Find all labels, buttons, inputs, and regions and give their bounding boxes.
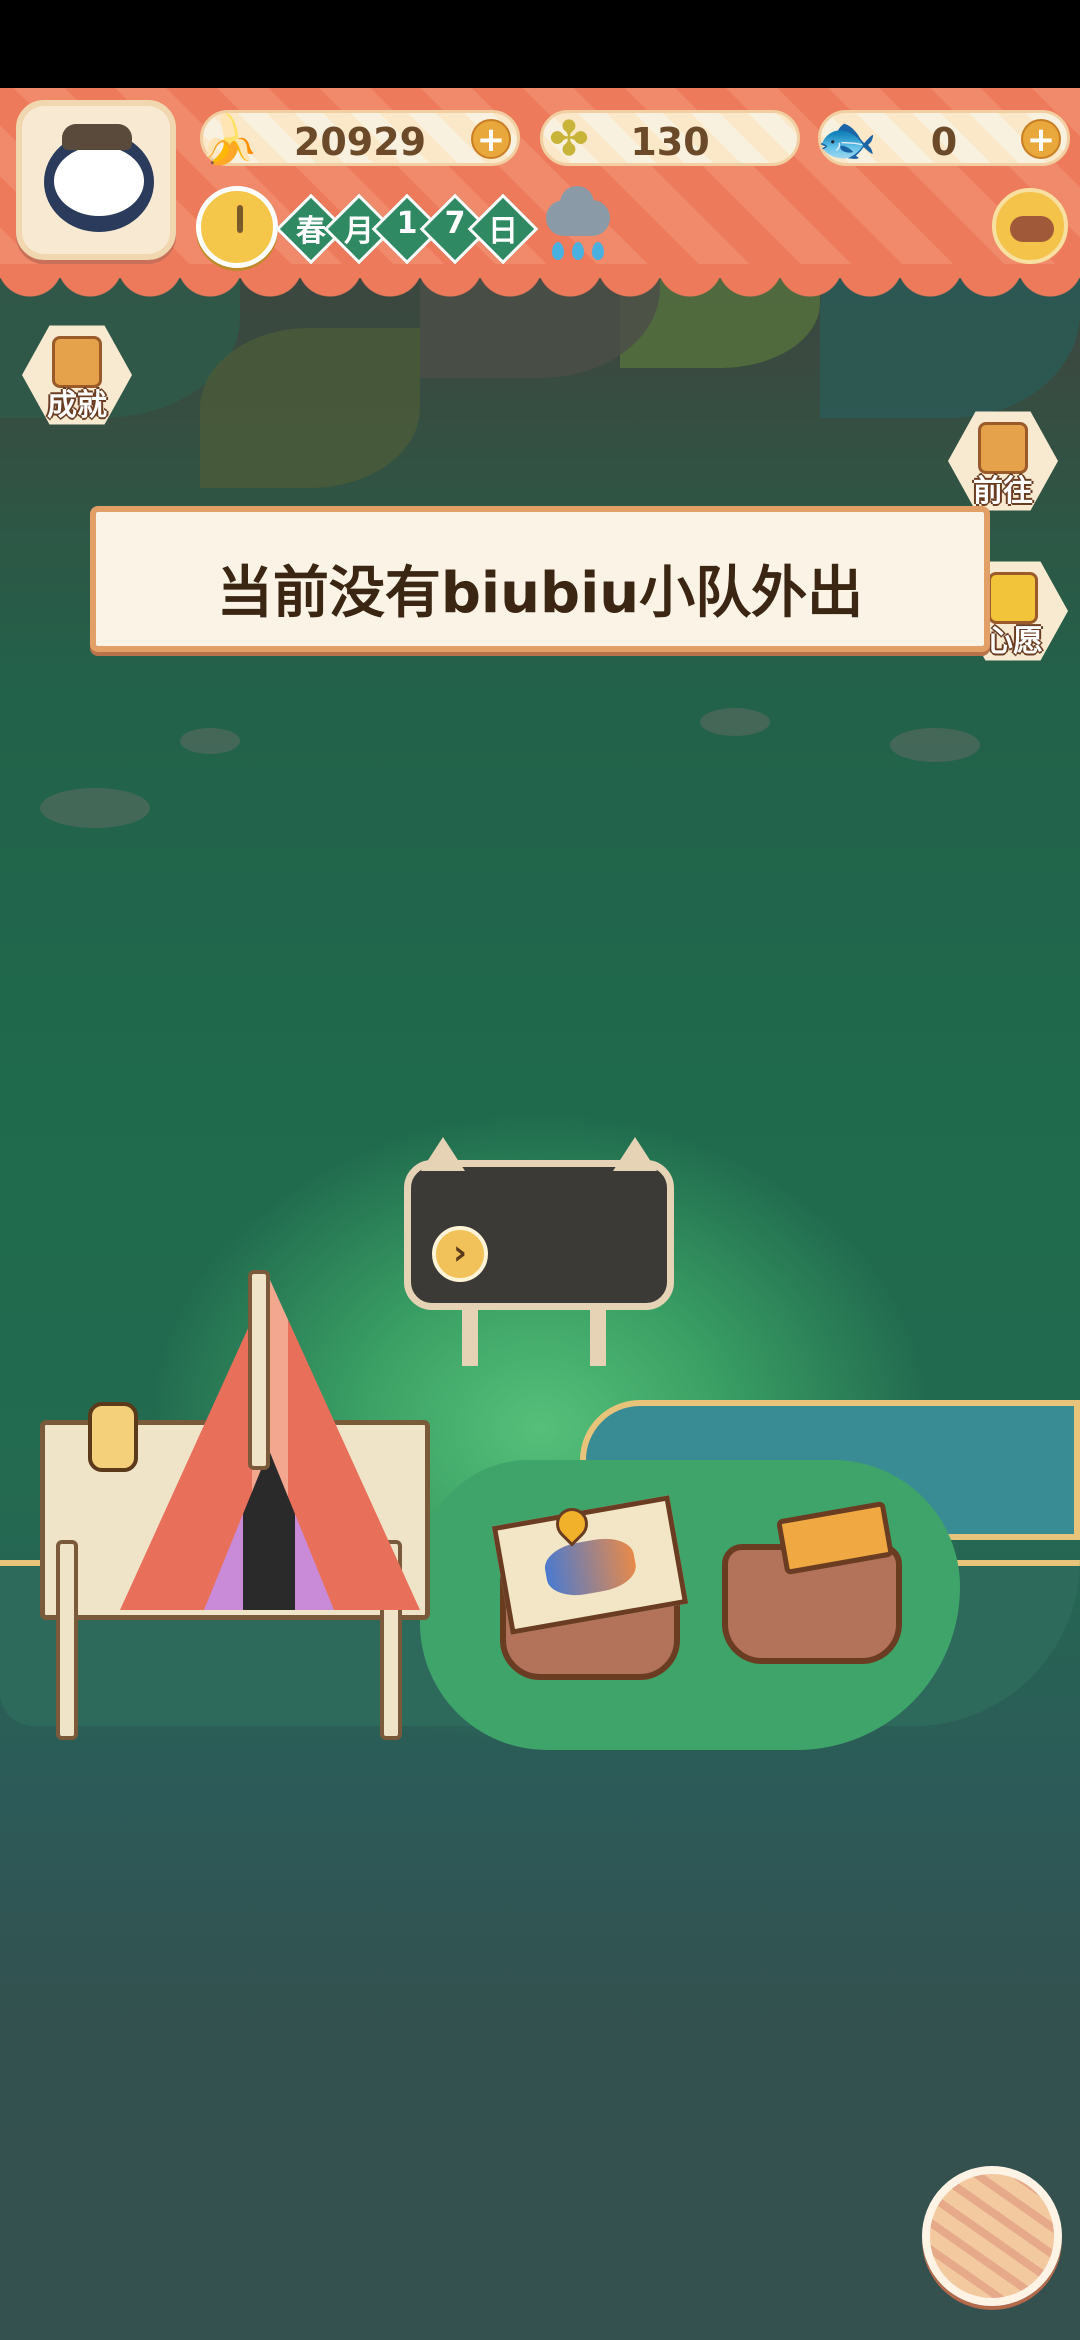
fish-counter: 🐟 0 + — [817, 110, 1070, 168]
status-bar — [0, 0, 1080, 88]
signboard-leg — [590, 1308, 606, 1366]
toast-message-box: 当前没有biubiu小队外出 — [90, 506, 990, 652]
stone — [890, 728, 980, 762]
add-banana-button[interactable]: + — [471, 119, 511, 159]
stone — [700, 708, 770, 736]
cloud-shape — [546, 186, 610, 236]
rain-drop — [552, 242, 564, 260]
banana-counter: 🍌 20929 + — [199, 110, 520, 168]
stone — [180, 728, 240, 754]
achievements-button[interactable]: 成就 — [22, 320, 132, 430]
player-avatar[interactable] — [16, 100, 176, 260]
toast-message: 当前没有biubiu小队外出 — [216, 561, 864, 626]
rain-cloud-icon — [540, 186, 616, 266]
rain-drop — [592, 242, 604, 260]
yarn-ball-icon[interactable] — [922, 2166, 1062, 2306]
clover-amount: 130 — [630, 120, 710, 164]
add-fish-button[interactable]: + — [1021, 119, 1061, 159]
date-day-word: 日 — [488, 214, 518, 249]
clover-counter: ✤ 130 — [540, 110, 800, 167]
banana-amount: 20929 — [293, 120, 427, 164]
go-label: 前往 — [973, 474, 1033, 509]
signboard-leg — [462, 1308, 478, 1366]
avatar-hat — [62, 124, 132, 150]
rain-drop — [572, 242, 584, 260]
lantern-icon — [88, 1402, 138, 1472]
tent-center-pole — [248, 1270, 270, 1470]
clock-icon[interactable] — [196, 186, 278, 268]
stone — [40, 788, 150, 828]
tent-pole — [56, 1540, 78, 1740]
achievements-label: 成就 — [47, 388, 107, 423]
foliage-leaf — [200, 328, 420, 488]
go-button[interactable]: 前往 — [948, 406, 1058, 516]
chevron-right-icon[interactable]: › — [432, 1226, 488, 1282]
boar-coin-icon[interactable] — [992, 188, 1068, 264]
